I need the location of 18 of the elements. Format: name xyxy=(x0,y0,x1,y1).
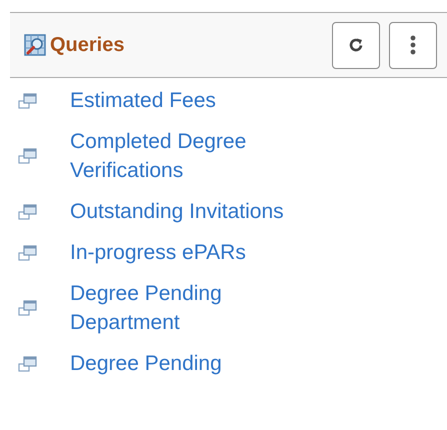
query-magnifier-icon xyxy=(24,34,46,56)
windows-icon xyxy=(18,356,38,372)
windows-icon xyxy=(18,92,38,108)
more-icon xyxy=(410,35,416,55)
windows-icon xyxy=(18,148,38,164)
query-link[interactable]: In-progress ePARs xyxy=(70,238,246,267)
more-options-button[interactable] xyxy=(389,22,437,68)
query-link[interactable]: Degree Pending Department xyxy=(70,279,335,337)
query-link[interactable]: Estimated Fees xyxy=(70,86,216,115)
windows-icon xyxy=(18,300,38,316)
windows-icon xyxy=(18,204,38,220)
windows-icon xyxy=(18,244,38,260)
query-link[interactable]: Completed Degree Verifications xyxy=(70,127,335,185)
refresh-icon xyxy=(348,37,364,53)
refresh-button[interactable] xyxy=(332,22,380,68)
query-link[interactable]: Degree Pending xyxy=(70,349,222,378)
query-link[interactable]: Outstanding Invitations xyxy=(70,197,284,226)
panel-title: Queries xyxy=(50,34,124,56)
